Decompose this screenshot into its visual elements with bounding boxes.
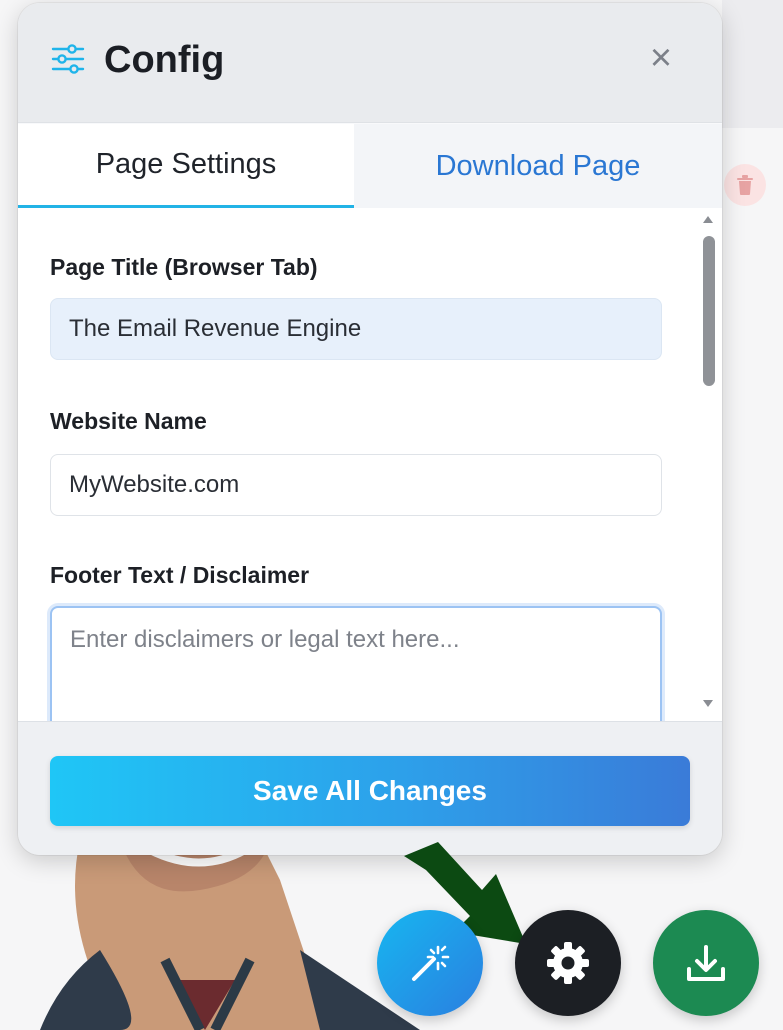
panel-header: Config × xyxy=(18,3,722,123)
footer-text-textarea[interactable] xyxy=(50,606,662,721)
settings-button[interactable] xyxy=(515,910,621,1016)
magic-wand-button[interactable] xyxy=(377,910,483,1016)
website-name-input[interactable] xyxy=(50,454,662,516)
tab-download-page[interactable]: Download Page xyxy=(354,124,722,208)
close-button[interactable]: × xyxy=(644,37,678,79)
panel-title: Config xyxy=(104,39,225,81)
page-title-label: Page Title (Browser Tab) xyxy=(50,254,318,280)
config-panel: Config × Page Settings Download Page Pag… xyxy=(18,3,722,855)
panel-footer: Save All Changes xyxy=(18,721,722,855)
download-icon xyxy=(687,945,725,981)
close-icon: × xyxy=(649,37,673,79)
save-all-changes-button[interactable]: Save All Changes xyxy=(50,756,690,826)
trash-icon xyxy=(737,175,753,195)
scroll-down-icon[interactable] xyxy=(703,700,713,707)
footer-text-label: Footer Text / Disclaimer xyxy=(50,562,310,588)
website-name-label: Website Name xyxy=(50,408,207,434)
tab-page-settings[interactable]: Page Settings xyxy=(18,124,354,208)
magic-wand-icon xyxy=(412,945,450,981)
background-header-strip xyxy=(722,0,783,128)
page-title-input[interactable] xyxy=(50,298,662,360)
settings-form: Page Title (Browser Tab) Website Name Fo… xyxy=(18,208,722,721)
form-scrollbar[interactable] xyxy=(696,208,722,721)
tab-bar: Page Settings Download Page xyxy=(18,124,722,208)
gear-icon xyxy=(547,942,589,984)
background-delete-button[interactable] xyxy=(724,164,766,206)
sliders-icon xyxy=(51,44,85,74)
scroll-up-icon[interactable] xyxy=(703,216,713,223)
download-button[interactable] xyxy=(653,910,759,1016)
scroll-thumb[interactable] xyxy=(703,236,715,386)
